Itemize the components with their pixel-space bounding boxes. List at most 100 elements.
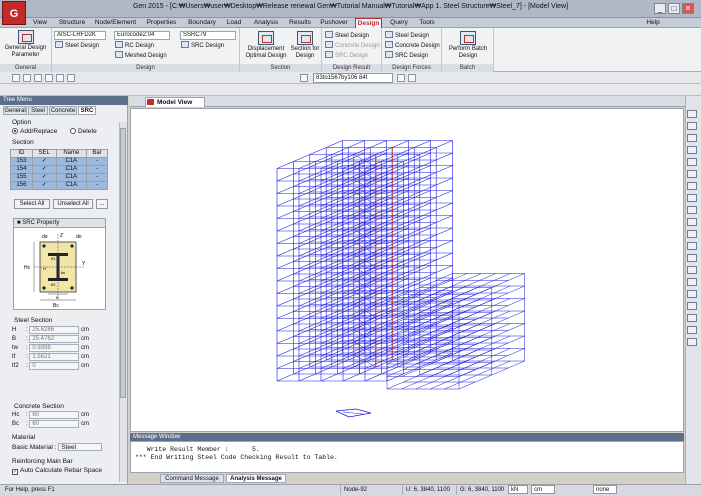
element-number-icon[interactable] xyxy=(687,290,697,298)
zoom-out-icon[interactable] xyxy=(687,134,697,142)
prop-row: tf: 1.5621 cm xyxy=(12,353,90,361)
src-design-button[interactable]: SRC Design xyxy=(181,41,224,50)
unselect-all-button[interactable]: Unselect All xyxy=(53,199,93,209)
select-icon[interactable] xyxy=(300,74,308,82)
table-row[interactable]: 153 ✓ C1A - xyxy=(10,157,108,166)
tab-analysis-message[interactable]: Analysis Message xyxy=(226,474,286,483)
front-view-icon[interactable] xyxy=(687,194,697,202)
menu-analysis[interactable]: Analysis xyxy=(251,18,281,28)
tab-concrete[interactable]: Concrete xyxy=(49,106,77,115)
result-src-design-button[interactable]: SRC Design xyxy=(325,51,368,60)
result-concrete-design-button[interactable]: Concrete Design xyxy=(325,41,380,50)
print-icon[interactable] xyxy=(67,74,75,82)
rotate-icon[interactable] xyxy=(687,158,697,166)
app-logo[interactable]: G xyxy=(2,1,26,25)
command-input[interactable]: 83to1567by106 84t xyxy=(313,73,393,83)
frame-member[interactable] xyxy=(342,411,364,415)
menu-boundary[interactable]: Boundary xyxy=(186,18,218,28)
filter-icon[interactable] xyxy=(408,74,416,82)
perspective-icon[interactable] xyxy=(687,242,697,250)
redraw-icon[interactable] xyxy=(687,302,697,310)
concrete-code-select[interactable]: Eurocode2:04 xyxy=(114,31,170,40)
measure-icon[interactable] xyxy=(687,338,697,346)
label-do: do xyxy=(42,234,48,240)
tab-model-view[interactable]: Model View xyxy=(145,97,205,107)
snap-select[interactable]: none xyxy=(593,485,617,494)
src-code-select[interactable]: SSRC79 xyxy=(180,31,236,40)
model-viewport[interactable] xyxy=(130,108,684,432)
new-icon[interactable] xyxy=(34,74,42,82)
shrink-icon[interactable] xyxy=(687,230,697,238)
steel-design-button[interactable]: Steel Design xyxy=(55,41,99,50)
help-menu[interactable]: Help xyxy=(640,18,666,28)
undo-icon[interactable] xyxy=(12,74,20,82)
menu-pushover[interactable]: Pushover xyxy=(319,18,349,28)
node-number-icon[interactable] xyxy=(687,278,697,286)
close-button[interactable]: ✕ xyxy=(682,3,694,14)
force-unit-select[interactable]: kN xyxy=(508,485,528,494)
auto-calc-checkbox[interactable]: ✓ Auto Calculate Rebar Space xyxy=(12,467,102,475)
menu-properties[interactable]: Properties xyxy=(144,18,179,28)
src-section-diagram: do do Z Y Hc Bc B H tf1 tf2 tw xyxy=(24,233,86,309)
select-all-button[interactable]: Select All xyxy=(14,199,50,209)
length-unit-select[interactable]: cm xyxy=(531,485,555,494)
top-view-icon[interactable] xyxy=(687,182,697,190)
displacement-optimal-design-button[interactable]: Displacement Optimal Design xyxy=(244,30,288,60)
select-window-icon[interactable] xyxy=(687,314,697,322)
redo-icon[interactable] xyxy=(23,74,31,82)
group-design: AISC-LRFD2K Eurocode2:04 SSRC79 Steel De… xyxy=(52,28,240,72)
rc-design-button[interactable]: RC Design xyxy=(115,41,154,50)
iso-view-icon[interactable] xyxy=(687,170,697,178)
pan-icon[interactable] xyxy=(687,146,697,154)
group-label-general: General xyxy=(0,64,51,72)
delete-radio[interactable]: Delete xyxy=(70,128,97,135)
table-row[interactable]: 156 ✓ C1A - xyxy=(10,181,108,190)
table-row[interactable]: 155 ✓ C1A - xyxy=(10,173,108,182)
tree-scroll-thumb[interactable] xyxy=(120,128,126,398)
basic-material-select[interactable]: Steel xyxy=(58,443,103,451)
open-icon[interactable] xyxy=(45,74,53,82)
menu-structure[interactable]: Structure xyxy=(56,18,88,28)
result-steel-design-button[interactable]: Steel Design xyxy=(325,31,369,40)
menu-results[interactable]: Results xyxy=(287,18,313,28)
render-icon[interactable] xyxy=(687,254,697,262)
section-for-design-button[interactable]: Section for Design xyxy=(290,30,320,60)
forces-src-design-button[interactable]: SRC Design xyxy=(385,51,428,60)
meshed-design-button[interactable]: Meshed Design xyxy=(115,51,167,60)
menu-design[interactable]: Design xyxy=(355,18,382,28)
src-result-icon xyxy=(325,51,333,58)
menu-load[interactable]: Load xyxy=(224,18,244,28)
forces-concrete-design-button[interactable]: Concrete Design xyxy=(385,41,440,50)
add-replace-radio[interactable]: Add/Replace xyxy=(12,128,57,135)
forces-steel-design-button[interactable]: Steel Design xyxy=(385,31,429,40)
tab-src[interactable]: SRC xyxy=(78,106,96,115)
apply-icon[interactable] xyxy=(397,74,405,82)
prop-row: tw: 0.9398 cm xyxy=(12,344,90,352)
frame-member[interactable] xyxy=(355,408,372,414)
steel-code-select[interactable]: AISC-LRFD2K xyxy=(54,31,106,40)
menu-node-element[interactable]: Node/Element xyxy=(93,18,138,28)
frame-member[interactable] xyxy=(335,408,357,412)
table-row[interactable]: 154 ✓ C1A - xyxy=(10,165,108,174)
zoom-fit-icon[interactable] xyxy=(687,110,697,118)
menu-tools[interactable]: Tools xyxy=(416,18,438,28)
general-design-parameter-button[interactable]: General Design Parameter xyxy=(0,45,51,59)
side-view-icon[interactable] xyxy=(687,206,697,214)
menu-view[interactable]: View xyxy=(30,18,50,28)
structure-model[interactable] xyxy=(131,109,684,432)
hidden-icon[interactable] xyxy=(687,218,697,226)
save-icon[interactable] xyxy=(56,74,64,82)
more-button[interactable]: ... xyxy=(96,199,108,209)
zoom-in-icon[interactable] xyxy=(687,122,697,130)
minimize-button[interactable]: _ xyxy=(654,3,666,14)
perform-batch-design-button[interactable]: Perform Batch Design xyxy=(445,30,491,60)
displacement-icon xyxy=(258,31,274,45)
tab-command-message[interactable]: Command Message xyxy=(160,474,224,483)
unselect-icon[interactable] xyxy=(687,326,697,334)
frame-member[interactable] xyxy=(335,410,350,418)
maximize-button[interactable]: □ xyxy=(668,3,680,14)
tab-steel[interactable]: Steel xyxy=(28,106,48,115)
menu-query[interactable]: Query xyxy=(388,18,410,28)
tab-general[interactable]: General xyxy=(3,106,27,115)
display-icon[interactable] xyxy=(687,266,697,274)
